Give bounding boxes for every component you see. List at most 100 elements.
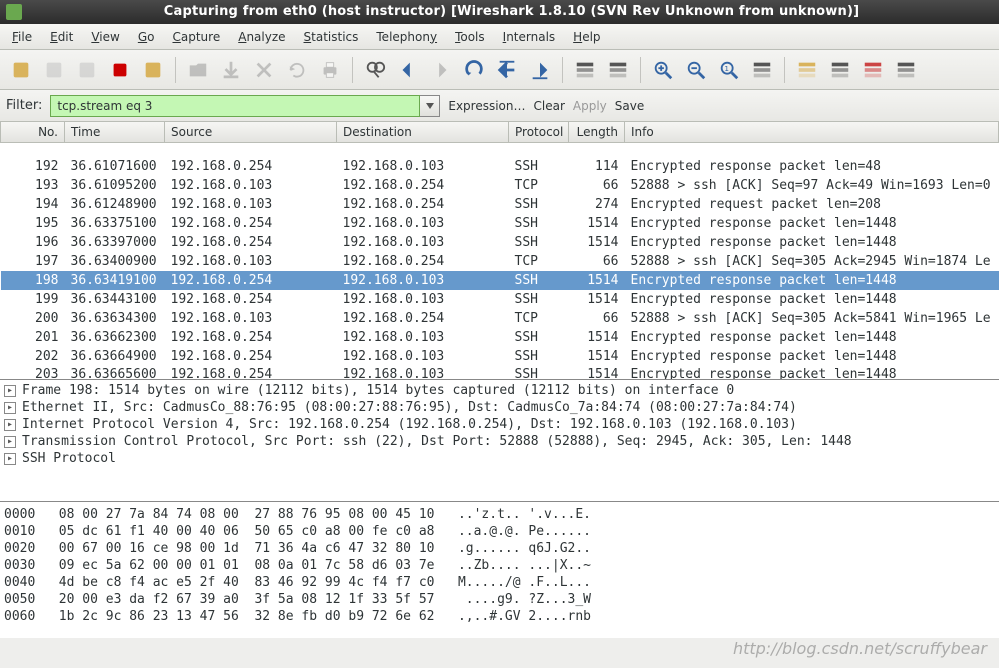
stop-icon[interactable] [105,55,135,85]
autoscroll-icon[interactable] [603,55,633,85]
preferences-icon[interactable] [891,55,921,85]
cell: 192.168.0.103 [165,309,337,328]
menu-internals[interactable]: Internals [495,27,564,47]
table-row[interactable]: 20136.63662300192.168.0.254192.168.0.103… [1,328,999,347]
save-icon [216,55,246,85]
column-header-length[interactable]: Length [569,122,625,142]
find-icon[interactable] [360,55,390,85]
menu-file[interactable]: File [4,27,40,47]
toolbar-separator [352,57,353,83]
cell: SSH [509,195,569,214]
tree-item-label: Ethernet II, Src: CadmusCo_88:76:95 (08:… [22,400,797,415]
tree-item[interactable]: ▸ Ethernet II, Src: CadmusCo_88:76:95 (08… [0,399,999,416]
packet-list-pane[interactable]: No.TimeSourceDestinationProtocolLengthIn… [0,122,999,380]
expand-toggle-icon[interactable]: ▸ [4,436,16,448]
cell: 192.168.0.103 [165,195,337,214]
zoom-in-icon[interactable] [648,55,678,85]
table-row[interactable]: 19836.63419100192.168.0.254192.168.0.103… [1,271,999,290]
menu-analyze[interactable]: Analyze [230,27,293,47]
cell: 52888 > ssh [ACK] Seq=305 Ack=2945 Win=1… [625,252,999,271]
zoom-out-icon[interactable] [681,55,711,85]
filter-dropdown-button[interactable] [420,95,440,117]
filter-save-link[interactable]: Save [615,99,644,113]
cell: 193 [1,176,65,195]
jump-icon[interactable] [459,55,489,85]
cell: 200 [1,309,65,328]
column-header-destination[interactable]: Destination [337,122,509,142]
go-first-icon[interactable] [492,55,522,85]
tree-item[interactable]: ▸Transmission Control Protocol, Src Port… [0,433,999,450]
table-row[interactable]: 20236.63664900192.168.0.254192.168.0.103… [1,347,999,366]
table-row[interactable]: 19436.61248900192.168.0.103192.168.0.254… [1,195,999,214]
cell: 192.168.0.103 [337,233,509,252]
coloring-rules-icon[interactable] [858,55,888,85]
go-last-icon[interactable] [525,55,555,85]
resize-cols-icon[interactable] [747,55,777,85]
toolbar-separator [640,57,641,83]
cell: 36.61248900 [65,195,165,214]
menu-telephony[interactable]: Telephony [368,27,445,47]
filter-clear-link[interactable]: Clear [534,99,565,113]
reload-icon [282,55,312,85]
cell: 192.168.0.254 [337,309,509,328]
cell: Encrypted response packet len=1448 [625,214,999,233]
cell: 192.168.0.254 [337,195,509,214]
menu-statistics[interactable]: Statistics [296,27,367,47]
tree-item[interactable]: ▸Internet Protocol Version 4, Src: 192.1… [0,416,999,433]
cell: SSH [509,347,569,366]
menu-tools[interactable]: Tools [447,27,493,47]
menu-view[interactable]: View [83,27,127,47]
tree-item[interactable]: ▸SSH Protocol [0,450,999,467]
zoom-reset-icon[interactable]: 1 [714,55,744,85]
table-row-partial [1,142,999,157]
column-header-time[interactable]: Time [65,122,165,142]
expand-toggle-icon[interactable]: ▸ [4,419,16,431]
colorize-icon[interactable] [570,55,600,85]
table-row[interactable]: 19336.61095200192.168.0.103192.168.0.254… [1,176,999,195]
open-icon [183,55,213,85]
table-row[interactable]: 19936.63443100192.168.0.254192.168.0.103… [1,290,999,309]
back-icon[interactable] [393,55,423,85]
interfaces-icon[interactable] [6,55,36,85]
packet-bytes-pane[interactable]: 0000 08 00 27 7a 84 74 08 00 27 88 76 95… [0,502,999,638]
cell: 36.63400900 [65,252,165,271]
column-header-no[interactable]: No. [1,122,65,142]
menu-go[interactable]: Go [130,27,163,47]
filter-input[interactable] [50,95,420,117]
column-header-source[interactable]: Source [165,122,337,142]
toolbar-separator [562,57,563,83]
menu-edit[interactable]: Edit [42,27,81,47]
table-row[interactable]: 19536.63375100192.168.0.254192.168.0.103… [1,214,999,233]
cell: 192.168.0.254 [337,176,509,195]
capture-filter-icon[interactable] [792,55,822,85]
menu-capture[interactable]: Capture [164,27,228,47]
cell: 192.168.0.254 [165,233,337,252]
packet-details-pane[interactable]: ▸ Frame 198: 1514 bytes on wire (12112 bi… [0,380,999,502]
table-row[interactable]: 20036.63634300192.168.0.103192.168.0.254… [1,309,999,328]
cell: 1514 [569,214,625,233]
display-filter-icon[interactable] [825,55,855,85]
column-header-protocol[interactable]: Protocol [509,122,569,142]
expand-toggle-icon[interactable]: ▸ [4,385,16,397]
filter-expression-link[interactable]: Expression… [448,99,525,113]
table-row[interactable]: 19636.63397000192.168.0.254192.168.0.103… [1,233,999,252]
cell: 36.63664900 [65,347,165,366]
cell: SSH [509,233,569,252]
filter-apply-link[interactable]: Apply [573,99,607,113]
cell: Encrypted response packet len=1448 [625,271,999,290]
tree-item[interactable]: ▸ Frame 198: 1514 bytes on wire (12112 bi… [0,382,999,399]
expand-toggle-icon[interactable]: ▸ [4,453,16,465]
menu-help[interactable]: Help [565,27,608,47]
table-row[interactable]: 19736.63400900192.168.0.103192.168.0.254… [1,252,999,271]
cell: 192.168.0.254 [165,271,337,290]
expand-toggle-icon[interactable]: ▸ [4,402,16,414]
close-icon [249,55,279,85]
table-row[interactable]: 19236.61071600192.168.0.254192.168.0.103… [1,157,999,176]
restart-icon[interactable] [138,55,168,85]
cell: 274 [569,195,625,214]
cell: 194 [1,195,65,214]
tree-item-label: Frame 198: 1514 bytes on wire (12112 bit… [22,383,734,398]
cell: 36.63634300 [65,309,165,328]
column-header-info[interactable]: Info [625,122,999,142]
packet-column-headers[interactable]: No.TimeSourceDestinationProtocolLengthIn… [1,122,999,142]
